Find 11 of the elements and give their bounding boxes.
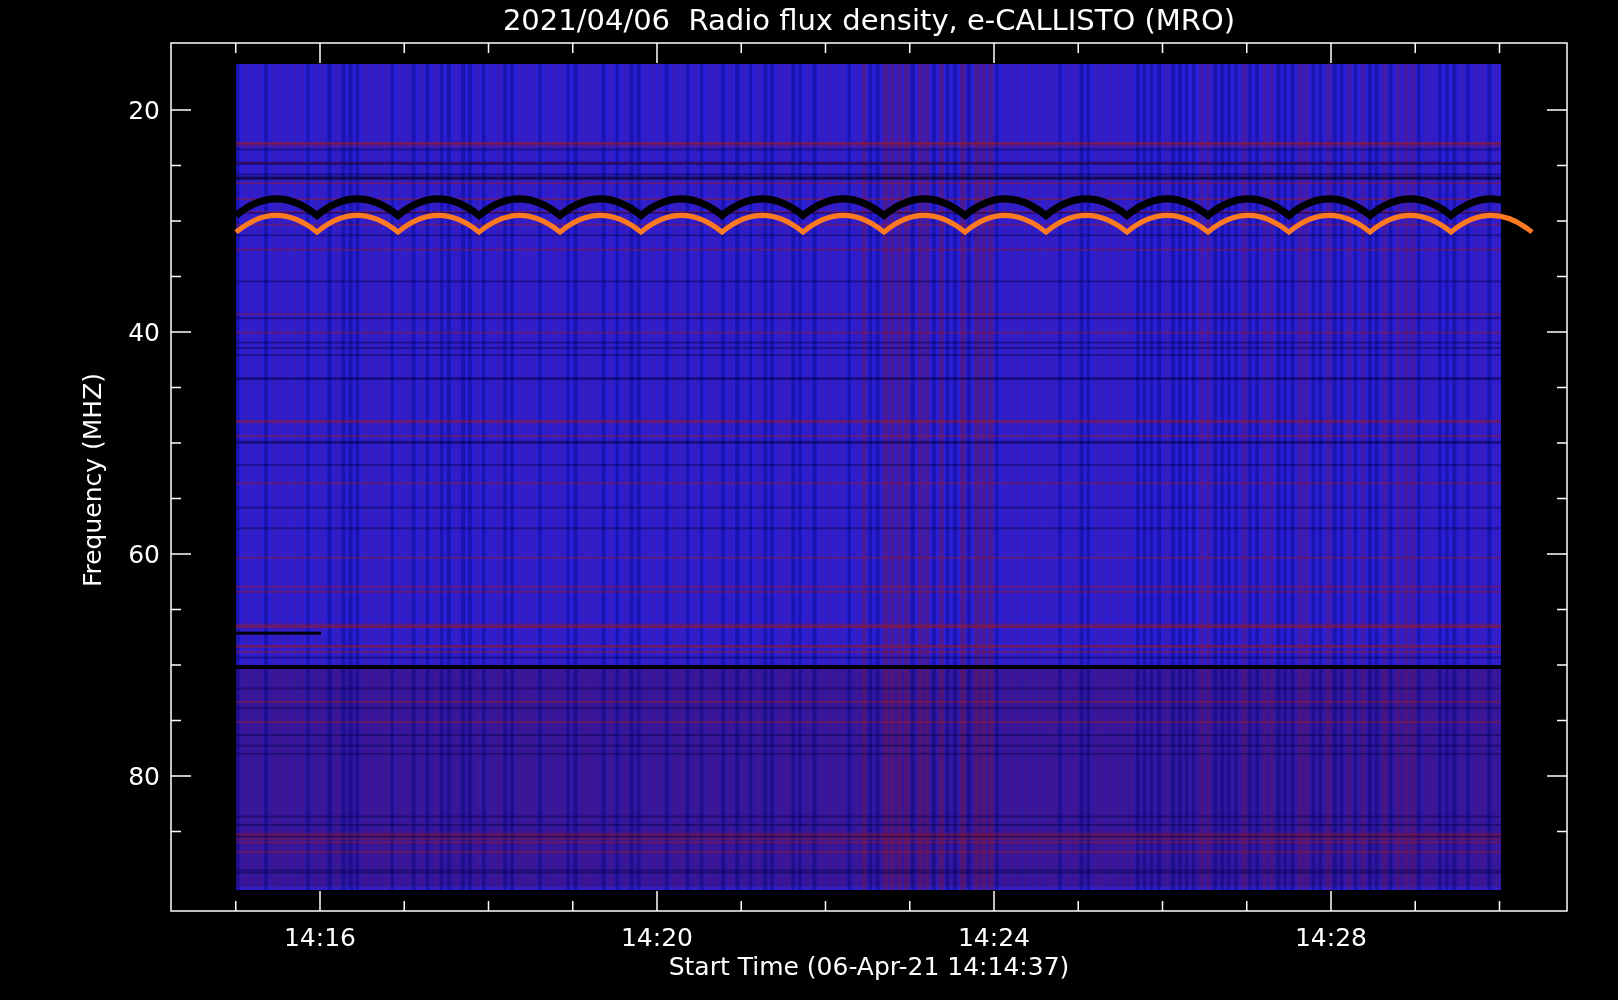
tick-label: 20 (128, 96, 160, 125)
chart-title: 2021/04/06 Radio flux density, e-CALLISTO (MRO) (502, 3, 1236, 37)
tick-label: 14:28 (1295, 923, 1367, 952)
tick-label: 60 (128, 540, 160, 569)
tick-label: 14:24 (958, 923, 1030, 952)
axis-label: Frequency (MHZ) (78, 372, 107, 588)
tick-label: 14:20 (621, 923, 693, 952)
axis-label: Start Time (06-Apr-21 14:14:37) (668, 952, 1070, 981)
tick-label: 80 (128, 762, 160, 791)
tick-label: 40 (128, 318, 160, 347)
tick-label: 14:16 (284, 923, 356, 952)
